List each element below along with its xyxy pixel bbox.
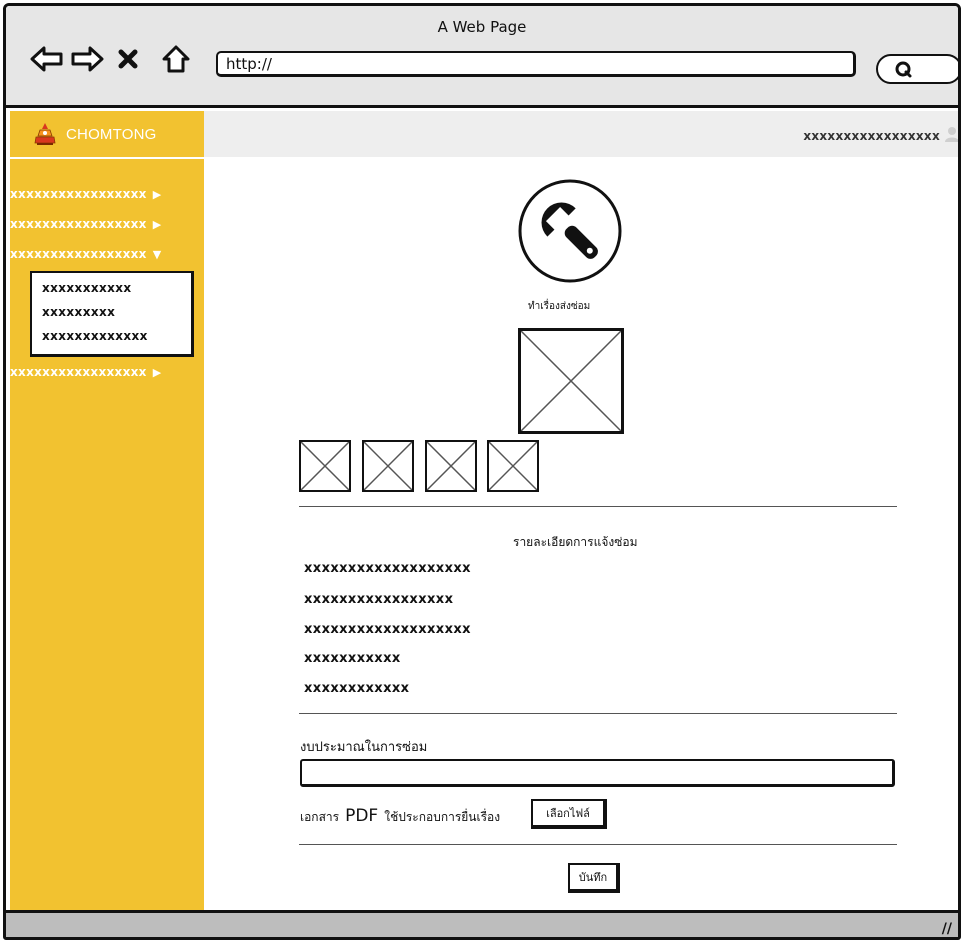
- sidebar-item-3[interactable]: xxxxxxxxxxxxxxxxx ▼: [10, 243, 161, 265]
- thumbnail-4[interactable]: [487, 440, 539, 492]
- home-icon: [162, 45, 190, 73]
- divider: [299, 506, 897, 507]
- repair-caption: ทำเรื่องส่งซ่อม: [528, 301, 591, 312]
- thumbnail-3[interactable]: [425, 440, 477, 492]
- sidebar: CHOMTONG xxxxxxxxxxxxxxxxx ▶ xxxxxxxxxxx…: [10, 111, 204, 914]
- budget-label: งบประมาณในการซ่อม: [300, 740, 428, 755]
- submenu-item-1[interactable]: xxxxxxxxxxx: [42, 281, 132, 295]
- wrench-icon[interactable]: [516, 177, 624, 285]
- thumbnail-1[interactable]: [299, 440, 351, 492]
- sidebar-item-label: xxxxxxxxxxxxxxxxx: [10, 365, 147, 379]
- thumbnail-2[interactable]: [362, 440, 414, 492]
- submenu-item-2[interactable]: xxxxxxxxx: [42, 305, 115, 319]
- stop-button[interactable]: [116, 44, 140, 74]
- sidebar-item-label: xxxxxxxxxxxxxxxxx: [10, 217, 147, 231]
- sidebar-item-1[interactable]: xxxxxxxxxxxxxxxxx ▶: [10, 183, 161, 205]
- sidebar-item-label: xxxxxxxxxxxxxxxxx: [10, 247, 147, 261]
- resize-handle-icon[interactable]: //: [942, 921, 952, 937]
- details-heading: รายละเอียดการแจ้งซ่อม: [513, 535, 638, 549]
- close-icon: [118, 49, 138, 69]
- pdf-label-text: เอกสาร: [300, 810, 340, 824]
- top-bar: xxxxxxxxxxxxxxxxx: [204, 111, 960, 157]
- image-placeholder-icon: [427, 442, 475, 490]
- pdf-label: เอกสาร PDF ใช้ประกอบการยื่นเรื่อง: [300, 806, 500, 827]
- pdf-label-text: ใช้ประกอบการยื่นเรื่อง: [384, 810, 501, 824]
- search-icon: [895, 61, 912, 78]
- detail-line: xxxxxxxxxxxxxxxxxxx: [304, 622, 471, 637]
- arrow-right-icon: [71, 46, 104, 72]
- main-image-placeholder: [518, 328, 624, 434]
- choose-file-button[interactable]: เลือกไฟล์: [531, 799, 607, 829]
- sidebar-item-4[interactable]: xxxxxxxxxxxxxxxxx ▶: [10, 361, 161, 383]
- url-input[interactable]: http://: [216, 51, 856, 77]
- user-icon[interactable]: [944, 126, 960, 142]
- image-placeholder-icon: [489, 442, 537, 490]
- detail-line: xxxxxxxxxxxxxxxxxxx: [304, 561, 471, 576]
- caret-right-icon: ▶: [152, 217, 162, 231]
- status-bar: //: [6, 910, 958, 937]
- arrow-left-icon: [30, 46, 63, 72]
- search-button[interactable]: [876, 54, 958, 84]
- divider: [299, 713, 897, 714]
- sidebar-item-2[interactable]: xxxxxxxxxxxxxxxxx ▶: [10, 213, 161, 235]
- save-button[interactable]: บันทึก: [568, 863, 620, 893]
- browser-window: A Web Page http:// CHOMTONG xxxxxxxxxxxx…: [3, 3, 961, 940]
- chomtong-logo: [34, 123, 56, 145]
- submenu-item-3[interactable]: xxxxxxxxxxxxx: [42, 329, 148, 343]
- detail-line: xxxxxxxxxxxxxxxxx: [304, 592, 454, 607]
- submenu: xxxxxxxxxxx xxxxxxxxx xxxxxxxxxxxxx: [30, 271, 194, 357]
- divider: [299, 844, 897, 845]
- brand-name: CHOMTONG: [66, 125, 157, 143]
- window-title: A Web Page: [437, 18, 527, 36]
- forward-button[interactable]: [68, 44, 106, 74]
- back-button[interactable]: [28, 44, 66, 74]
- browser-toolbar: A Web Page http://: [6, 6, 958, 108]
- budget-input[interactable]: [300, 759, 895, 787]
- detail-line: xxxxxxxxxxx: [304, 651, 401, 666]
- image-placeholder-icon: [521, 331, 621, 431]
- sidebar-item-label: xxxxxxxxxxxxxxxxx: [10, 187, 147, 201]
- caret-down-icon: ▼: [152, 247, 162, 261]
- image-placeholder-icon: [301, 442, 349, 490]
- home-button[interactable]: [146, 44, 206, 74]
- user-name[interactable]: xxxxxxxxxxxxxxxxx: [803, 129, 940, 143]
- caret-right-icon: ▶: [152, 365, 162, 379]
- caret-right-icon: ▶: [152, 187, 162, 201]
- brand-divider: [10, 157, 204, 159]
- pdf-label-pdf: PDF: [345, 806, 379, 826]
- detail-line: xxxxxxxxxxxx: [304, 681, 410, 696]
- image-placeholder-icon: [364, 442, 412, 490]
- brand[interactable]: CHOMTONG: [10, 111, 204, 157]
